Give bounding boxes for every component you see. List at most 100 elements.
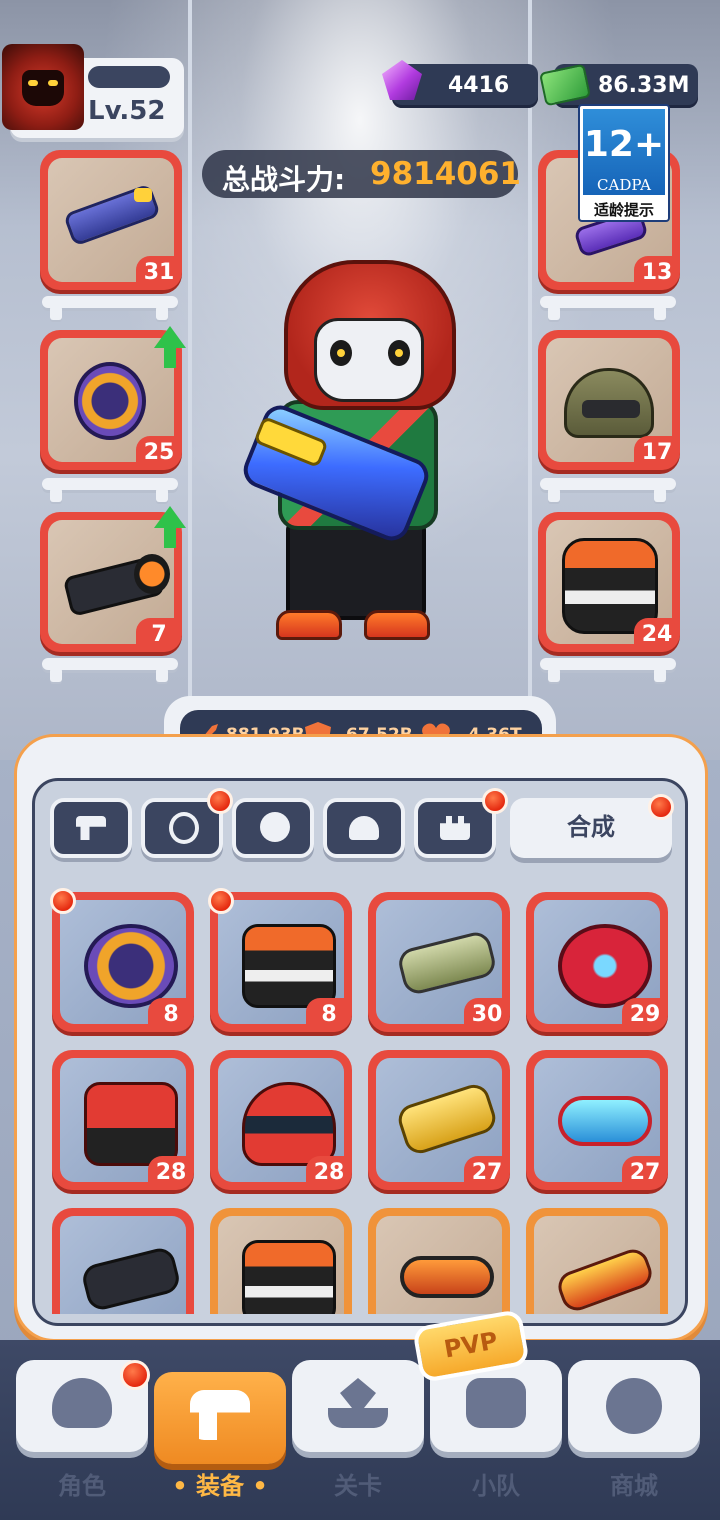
slot-level: 31: [136, 256, 182, 290]
nav-label-squad: 小队: [472, 1472, 520, 1500]
red-armor-icon: [84, 1082, 178, 1166]
xp-bar: [88, 66, 170, 88]
nav-label-shop: 商城: [610, 1472, 658, 1500]
shelf-peg: [548, 306, 560, 320]
item-level: 8: [148, 998, 194, 1032]
shelf-peg: [654, 488, 666, 502]
gold-pistol-icon: [394, 1080, 500, 1158]
avatar-mask: [22, 70, 64, 106]
shelf-peg: [156, 488, 168, 502]
avatar-eye: [48, 80, 58, 86]
red-helmet-icon: [242, 1082, 336, 1166]
total-power-label: 总战斗力:: [222, 163, 346, 196]
notification-dot: [482, 788, 508, 814]
tab-helmets[interactable]: [323, 798, 405, 858]
character-pupil: [395, 349, 403, 357]
item-level: 27: [622, 1156, 668, 1190]
cash-amount: 86.33M: [598, 73, 690, 98]
inventory-item[interactable]: 8: [52, 892, 194, 1032]
equip-slot-armor[interactable]: 24: [538, 512, 680, 652]
inventory-item[interactable]: [526, 1208, 668, 1314]
scope-lens: [134, 554, 170, 594]
avatar-eye: [28, 80, 38, 86]
upgrade-arrow-icon: [154, 326, 186, 370]
watch-icon: [169, 812, 199, 844]
slot-level: 7: [136, 618, 182, 652]
equip-slot-helmet[interactable]: 17: [538, 330, 680, 470]
goggles-icon: [558, 1096, 652, 1146]
shelf-peg: [156, 306, 168, 320]
item-background: [376, 1216, 502, 1314]
inventory-item[interactable]: 30: [368, 892, 510, 1032]
watch-icon: [74, 362, 146, 440]
character-legs: [286, 520, 426, 620]
slot-level: 13: [634, 256, 680, 290]
blaster-accent: [134, 188, 152, 202]
inventory-grid[interactable]: 8 8 30 29 28 28 27 27: [40, 880, 680, 1314]
nav-label-equipment: • 装备 •: [172, 1472, 268, 1500]
shelf-peg: [654, 306, 666, 320]
player-level: Lv.52: [88, 96, 166, 126]
green-blaster-icon: [395, 929, 499, 997]
notification-dot: [208, 888, 234, 914]
gem-amount: 4416: [448, 73, 510, 98]
tab-weapons[interactable]: [50, 798, 132, 858]
nav-shop[interactable]: [568, 1360, 700, 1452]
item-level: 27: [464, 1156, 510, 1190]
watch-icon: [84, 924, 178, 1008]
age-rating-tip: 适龄提示: [593, 201, 654, 219]
item-background: [534, 1216, 660, 1314]
equip-slot-weapon[interactable]: 31: [40, 150, 182, 290]
inventory-item[interactable]: 27: [526, 1050, 668, 1190]
nav-label-character: 角色: [58, 1472, 106, 1500]
age-rating-value: 12+: [583, 124, 665, 165]
shelf-peg: [50, 488, 62, 502]
inventory-item[interactable]: 29: [526, 892, 668, 1032]
age-rating-org: CADPA: [597, 176, 651, 194]
slot-level: 24: [634, 618, 680, 652]
item-level: 8: [306, 998, 352, 1032]
total-power-value: 9814061: [370, 156, 521, 192]
slot-level: 17: [634, 436, 680, 470]
helmet-visor: [582, 400, 640, 418]
shelf-peg: [548, 668, 560, 682]
gun-icon: [76, 816, 106, 840]
inventory-item[interactable]: [368, 1208, 510, 1314]
map-pin-icon: [328, 1378, 388, 1428]
item-background: [218, 1216, 344, 1314]
tab-gear[interactable]: [232, 798, 314, 858]
red-gadget-icon: [558, 924, 652, 1008]
character-pupil: [337, 349, 345, 357]
shelf-peg: [654, 668, 666, 682]
nav-levels[interactable]: [292, 1360, 424, 1452]
upgrade-arrow-icon: [154, 506, 186, 550]
dragon-rifle-icon: [553, 1245, 657, 1314]
nav-label-levels: 关卡: [334, 1472, 382, 1500]
inventory-item[interactable]: 27: [368, 1050, 510, 1190]
shelf-peg: [50, 668, 62, 682]
notification-dot: [648, 794, 674, 820]
inventory-item[interactable]: [210, 1208, 352, 1314]
character-shoe: [276, 610, 342, 640]
visor-icon: [400, 1256, 494, 1298]
squad-icon: [466, 1378, 526, 1428]
shelf-peg: [156, 668, 168, 682]
inventory-item[interactable]: 8: [210, 892, 352, 1032]
shelf-peg: [50, 306, 62, 320]
inventory-item[interactable]: [52, 1208, 194, 1314]
vest-icon: [242, 1240, 336, 1314]
character-shoe: [364, 610, 430, 640]
gear-icon: [260, 812, 290, 842]
item-level: 29: [622, 998, 668, 1032]
inventory-item[interactable]: 28: [52, 1050, 194, 1190]
inventory-item[interactable]: 28: [210, 1050, 352, 1190]
helmet-icon: [349, 816, 379, 840]
gun-icon: [190, 1390, 250, 1440]
scope-icon: [79, 1245, 183, 1313]
item-level: 28: [148, 1156, 194, 1190]
slot-level: 25: [136, 436, 182, 470]
nav-equipment[interactable]: [154, 1372, 286, 1464]
item-background: [60, 1216, 186, 1314]
vest-icon: [242, 924, 336, 1008]
notification-dot: [207, 788, 233, 814]
